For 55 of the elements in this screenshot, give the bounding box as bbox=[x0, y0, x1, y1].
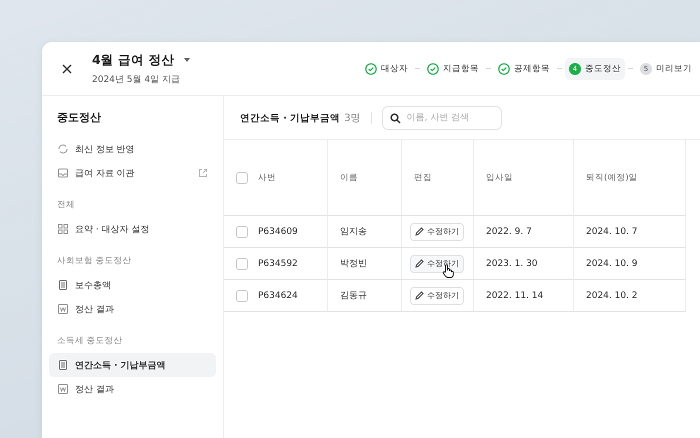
employee-name: 임지송 bbox=[340, 226, 367, 238]
sidebar-item[interactable]: 정산 결과 bbox=[49, 377, 216, 401]
leave-date: 2024. 10. 9 bbox=[586, 258, 638, 268]
step[interactable]: 공제항목 bbox=[494, 58, 554, 80]
sidebar-heading: 소득세 중도정산 bbox=[56, 335, 124, 347]
join-date: 2022. 9. 7 bbox=[486, 226, 532, 236]
document-icon bbox=[57, 279, 69, 291]
sidebar-title: 중도정산 bbox=[56, 110, 102, 125]
count-label: 3명 bbox=[344, 112, 361, 124]
join-date: 2022. 11. 14 bbox=[486, 290, 544, 300]
close-button[interactable] bbox=[60, 62, 74, 76]
column-header: 사번 bbox=[258, 172, 276, 184]
sidebar-item[interactable]: 연간소득 · 기납부금액 bbox=[49, 353, 216, 377]
employee-name: 박정빈 bbox=[340, 258, 367, 270]
row-checkbox[interactable] bbox=[236, 290, 248, 302]
pencil-icon bbox=[415, 259, 424, 268]
search-field[interactable]: 이름, 사번 검색 bbox=[382, 106, 502, 130]
search-icon bbox=[390, 112, 401, 124]
sidebar-item[interactable]: 급여 자료 이관 bbox=[49, 161, 216, 185]
column-header: 퇴직(예정)일 bbox=[586, 172, 638, 184]
sidebar-item[interactable]: 보수총액 bbox=[49, 273, 216, 297]
refresh-icon bbox=[57, 143, 69, 155]
column-header: 편집 bbox=[414, 172, 432, 184]
inbox-icon bbox=[57, 167, 69, 179]
w-document-icon bbox=[57, 303, 69, 315]
edit-button[interactable]: 수정하기 bbox=[410, 286, 464, 304]
select-all-checkbox[interactable] bbox=[236, 172, 248, 184]
column-header: 이름 bbox=[340, 172, 358, 184]
edit-button[interactable]: 수정하기 bbox=[410, 222, 464, 240]
row-checkbox[interactable] bbox=[236, 258, 248, 270]
step[interactable]: 지급항목 bbox=[423, 58, 483, 80]
document-icon bbox=[57, 359, 69, 371]
row-checkbox[interactable] bbox=[236, 226, 248, 238]
sidebar-item[interactable]: 최신 정보 반영 bbox=[49, 137, 216, 161]
employee-name: 김동규 bbox=[340, 290, 367, 302]
sidebar-item[interactable]: 정산 결과 bbox=[49, 297, 216, 321]
step[interactable]: 대상자 bbox=[361, 58, 412, 80]
employee-id: P634609 bbox=[258, 226, 298, 236]
employee-id: P634624 bbox=[258, 290, 298, 300]
pencil-icon bbox=[415, 227, 424, 236]
sidebar-item[interactable]: 요약 · 대상자 설정 bbox=[49, 217, 216, 241]
leave-date: 2024. 10. 2 bbox=[586, 290, 638, 300]
sidebar-heading: 사회보험 중도정산 bbox=[56, 255, 133, 267]
window-title: 4월 급여 정산 bbox=[92, 52, 174, 68]
leave-date: 2024. 10. 7 bbox=[586, 226, 638, 236]
employee-id: P634592 bbox=[258, 258, 298, 268]
column-header: 입사일 bbox=[486, 172, 513, 184]
grid-icon bbox=[57, 223, 69, 235]
payment-date: 2024년 5월 4일 지급 bbox=[92, 74, 181, 86]
pencil-icon bbox=[415, 291, 424, 300]
section-title: 연간소득 · 기납부금액 bbox=[240, 112, 340, 124]
sidebar-heading: 전체 bbox=[56, 199, 76, 211]
w-document-icon bbox=[57, 383, 69, 395]
dropdown-caret-icon[interactable] bbox=[184, 58, 190, 62]
join-date: 2023. 1. 30 bbox=[486, 258, 538, 268]
